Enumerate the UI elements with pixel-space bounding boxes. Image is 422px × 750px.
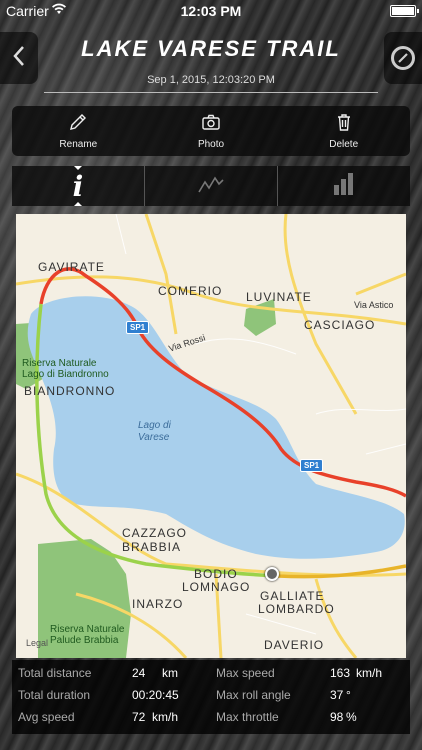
page-title: LAKE VARESE TRAIL xyxy=(81,36,341,61)
stat-label: Total duration xyxy=(18,688,91,702)
stat-value: 24 xyxy=(132,666,146,680)
stats-row: Total duration 00:20:45 Max roll angle 3… xyxy=(12,684,410,706)
stat-value: 163 xyxy=(330,666,351,680)
line-chart-icon xyxy=(197,174,225,199)
map-label-town: BODIO xyxy=(194,567,238,581)
stat-value: 98 xyxy=(330,710,344,724)
map-label-town: LOMBARDO xyxy=(258,602,335,616)
map-label-town: BRABBIA xyxy=(122,540,182,554)
delete-label: Delete xyxy=(329,139,359,150)
map-label-park: Lago di Biandronno xyxy=(22,369,109,380)
camera-icon xyxy=(201,112,221,135)
map-legal-link[interactable]: Legal xyxy=(26,638,48,648)
rename-label: Rename xyxy=(59,139,98,150)
map-label-town: GALLIATE xyxy=(260,589,325,603)
stat-label: Max throttle xyxy=(216,710,279,724)
tab-info[interactable]: i xyxy=(12,166,144,206)
info-icon: i xyxy=(72,169,84,203)
map-label-town: DAVERIO xyxy=(264,638,325,652)
detail-tabs: i xyxy=(12,166,410,206)
stat-value: 72 xyxy=(132,710,146,724)
park-area xyxy=(244,299,276,336)
rename-button[interactable]: Rename xyxy=(12,106,145,156)
current-position-pin xyxy=(265,567,279,581)
map-label-town: LUVINATE xyxy=(246,290,312,304)
map-label-town: COMERIO xyxy=(158,284,223,298)
settings-button[interactable] xyxy=(384,32,422,84)
trip-stats-panel: Total distance 24 km Max speed 163 km/h … xyxy=(12,660,410,734)
back-button[interactable] xyxy=(0,32,38,84)
map-label-town: CASCIAGO xyxy=(304,318,376,332)
pencil-icon xyxy=(68,112,88,135)
map-label-town: LOMNAGO xyxy=(182,580,251,594)
map-label-park: Palude Brabbia xyxy=(50,635,119,646)
stat-label: Max roll angle xyxy=(216,688,291,702)
map-label-town: CAZZAGO xyxy=(122,526,188,540)
clock: 12:03 PM xyxy=(180,3,242,19)
road-badge: SP1 xyxy=(126,321,150,334)
chevron-left-icon xyxy=(12,43,26,74)
bar-chart-icon xyxy=(332,172,356,200)
stat-value: 37 xyxy=(330,688,344,702)
stat-unit: km/h xyxy=(152,710,179,724)
settings-ring-icon xyxy=(391,46,415,70)
trip-datetime: Sep 1, 2015, 12:03:20 PM xyxy=(147,74,275,86)
delete-button[interactable]: Delete xyxy=(277,106,410,156)
map-label-town: BIANDRONNO xyxy=(24,384,116,398)
stat-unit: km xyxy=(162,666,178,680)
stat-unit: ° xyxy=(346,688,351,702)
lake-varese xyxy=(27,296,405,559)
photo-label: Photo xyxy=(197,139,225,150)
stats-row: Avg speed 72 km/h Max throttle 98 % xyxy=(12,706,410,728)
title-divider xyxy=(44,92,378,93)
stat-unit: km/h xyxy=(356,666,383,680)
action-toolbar: Rename Photo Delete xyxy=(12,106,410,156)
stats-row: Total distance 24 km Max speed 163 km/h xyxy=(12,662,410,684)
battery-icon xyxy=(390,5,419,17)
map-label-town: GAVIRATE xyxy=(38,260,105,274)
stat-label: Max speed xyxy=(216,666,275,680)
map-label-town: INARZO xyxy=(132,597,184,611)
map-label-street: Via Astico xyxy=(354,300,394,310)
stat-label: Avg speed xyxy=(18,710,75,724)
road-badge: SP1 xyxy=(300,459,324,472)
route-map[interactable]: GAVIRATE COMERIO LUVINATE CASCIAGO BIAND… xyxy=(16,214,406,658)
tab-stats[interactable] xyxy=(277,166,410,206)
map-label-park: Riserva Naturale xyxy=(50,624,125,635)
stat-label: Total distance xyxy=(18,666,92,680)
map-label-lake: Varese xyxy=(138,432,170,443)
status-bar: Carrier 12:03 PM xyxy=(0,0,422,22)
stat-value: 00:20:45 xyxy=(132,688,179,702)
photo-button[interactable]: Photo xyxy=(145,106,278,156)
map-label-park: Riserva Naturale xyxy=(22,358,97,369)
tab-graph[interactable] xyxy=(144,166,277,206)
trash-icon xyxy=(334,112,354,135)
map-label-lake: Lago di xyxy=(138,420,171,431)
stat-unit: % xyxy=(346,710,357,724)
